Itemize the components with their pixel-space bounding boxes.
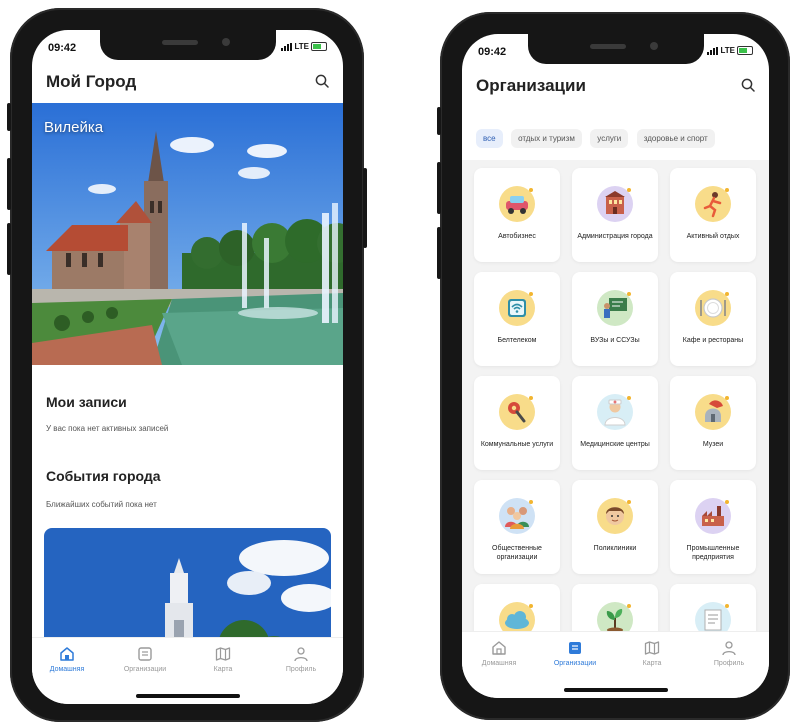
car-icon — [499, 186, 535, 222]
chip-services[interactable]: услуги — [590, 129, 629, 148]
category-filter-chips: все отдых и туризм услуги здоровье и спо… — [476, 128, 769, 150]
building-icon — [597, 186, 633, 222]
tab-map[interactable]: Карта — [188, 646, 258, 673]
chip-all[interactable]: все — [476, 129, 503, 148]
search-icon[interactable] — [741, 78, 755, 92]
category-label: Администрация города — [577, 233, 653, 240]
tab-bar: Домашняя Организации Карта Профиль — [462, 631, 769, 698]
category-label: Белтелеком — [497, 337, 537, 344]
tab-home[interactable]: Домашняя — [32, 646, 102, 673]
category-tile[interactable]: Медицинские центры — [572, 376, 658, 470]
left-phone: 09:42 LTE Мой Город Вилейка Мои записи У… — [7, 8, 367, 722]
city-events-empty-text: Ближайших событий пока нет — [46, 500, 157, 509]
signal-icon — [281, 42, 293, 51]
home-indicator — [563, 688, 668, 692]
category-label: Кафе и рестораны — [682, 337, 744, 344]
signal-icon — [707, 46, 719, 55]
tab-profile[interactable]: Профиль — [694, 640, 764, 667]
people-icon — [499, 498, 535, 534]
tab-profile[interactable]: Профиль — [266, 646, 336, 673]
status-time-right: 09:42 — [478, 46, 507, 58]
hero-city-name: Вилейка — [44, 119, 104, 136]
tab-organizations[interactable]: Организации — [110, 646, 180, 673]
category-tile[interactable]: Администрация города — [572, 168, 658, 262]
page-title: Мой Город — [46, 72, 137, 91]
home-indicator — [135, 694, 240, 698]
tab-profile-label: Профиль — [285, 666, 317, 673]
search-icon[interactable] — [315, 74, 329, 88]
wifi-icon — [499, 290, 535, 326]
factory-icon — [695, 498, 731, 534]
right-screen: 09:42 LTE Организации все отдых и туризм… — [462, 34, 769, 698]
right-phone: 09:42 LTE Организации все отдых и туризм… — [437, 12, 790, 720]
tab-map-label: Карта — [642, 660, 662, 667]
helmet-icon — [695, 394, 731, 430]
list-icon — [569, 642, 581, 654]
category-tile[interactable]: Общественные организации — [474, 480, 560, 574]
tab-organizations[interactable]: Организации — [540, 640, 610, 667]
organizations-grid: Автобизнес Администрация города Активный… — [462, 160, 769, 678]
church-photo — [32, 103, 343, 365]
plate-icon — [695, 290, 731, 326]
map-icon — [215, 647, 231, 661]
category-label: ВУЗы и ССУЗы — [590, 337, 640, 344]
tab-map-label: Карта — [213, 666, 233, 673]
my-records-title: Мои записи — [46, 394, 127, 410]
map-icon — [644, 641, 660, 655]
chip-leisure-tourism[interactable]: отдых и туризм — [511, 129, 582, 148]
home-icon — [492, 641, 506, 655]
network-label-right: LTE — [720, 46, 735, 55]
category-tile[interactable]: Кафе и рестораны — [670, 272, 756, 366]
category-label: Поликлиники — [593, 545, 637, 552]
battery-icon — [311, 42, 327, 51]
category-tile[interactable]: Активный отдых — [670, 168, 756, 262]
network-label: LTE — [294, 42, 309, 51]
category-label: Медицинские центры — [580, 441, 650, 448]
category-tile[interactable]: Автобизнес — [474, 168, 560, 262]
tab-organizations-label: Организации — [123, 666, 167, 673]
city-hero-image[interactable]: Вилейка — [32, 103, 343, 365]
chip-health-sport[interactable]: здоровье и спорт — [636, 129, 715, 148]
status-time: 09:42 — [48, 42, 77, 54]
user-icon — [722, 641, 736, 656]
category-label: Музеи — [702, 441, 724, 448]
tab-bar: Домашняя Организации Карта Профиль — [32, 637, 343, 704]
patient-icon — [597, 498, 633, 534]
category-tile[interactable]: Музеи — [670, 376, 756, 470]
user-icon — [294, 647, 308, 662]
tab-map[interactable]: Карта — [617, 640, 687, 667]
tab-organizations-label: Организации — [553, 660, 597, 667]
category-tile[interactable]: Коммунальные услуги — [474, 376, 560, 470]
category-label: Автобизнес — [498, 233, 536, 240]
runner-icon — [695, 186, 731, 222]
teacher-icon — [597, 290, 633, 326]
doctor-icon — [597, 394, 633, 430]
home-icon — [60, 647, 74, 661]
category-tile[interactable]: ВУЗы и ССУЗы — [572, 272, 658, 366]
left-screen: 09:42 LTE Мой Город Вилейка Мои записи У… — [32, 30, 343, 704]
category-label: Активный отдых — [686, 233, 740, 240]
my-records-empty-text: У вас пока нет активных записей — [46, 424, 169, 433]
city-events-title: События города — [46, 468, 161, 484]
tab-profile-label: Профиль — [713, 660, 745, 667]
tab-home[interactable]: Домашняя — [464, 640, 534, 667]
category-label: Общественные организации — [492, 545, 542, 561]
wrench-icon — [499, 394, 535, 430]
category-label: Промышленные предприятия — [686, 545, 740, 561]
category-tile[interactable]: Белтелеком — [474, 272, 560, 366]
tab-home-label: Домашняя — [481, 660, 517, 667]
category-tile[interactable]: Поликлиники — [572, 480, 658, 574]
tab-home-label: Домашняя — [49, 666, 85, 673]
list-icon — [138, 647, 152, 661]
battery-icon — [737, 46, 753, 55]
category-tile[interactable]: Промышленные предприятия — [670, 480, 756, 574]
category-label: Коммунальные услуги — [480, 441, 554, 448]
organizations-title: Организации — [476, 76, 586, 95]
